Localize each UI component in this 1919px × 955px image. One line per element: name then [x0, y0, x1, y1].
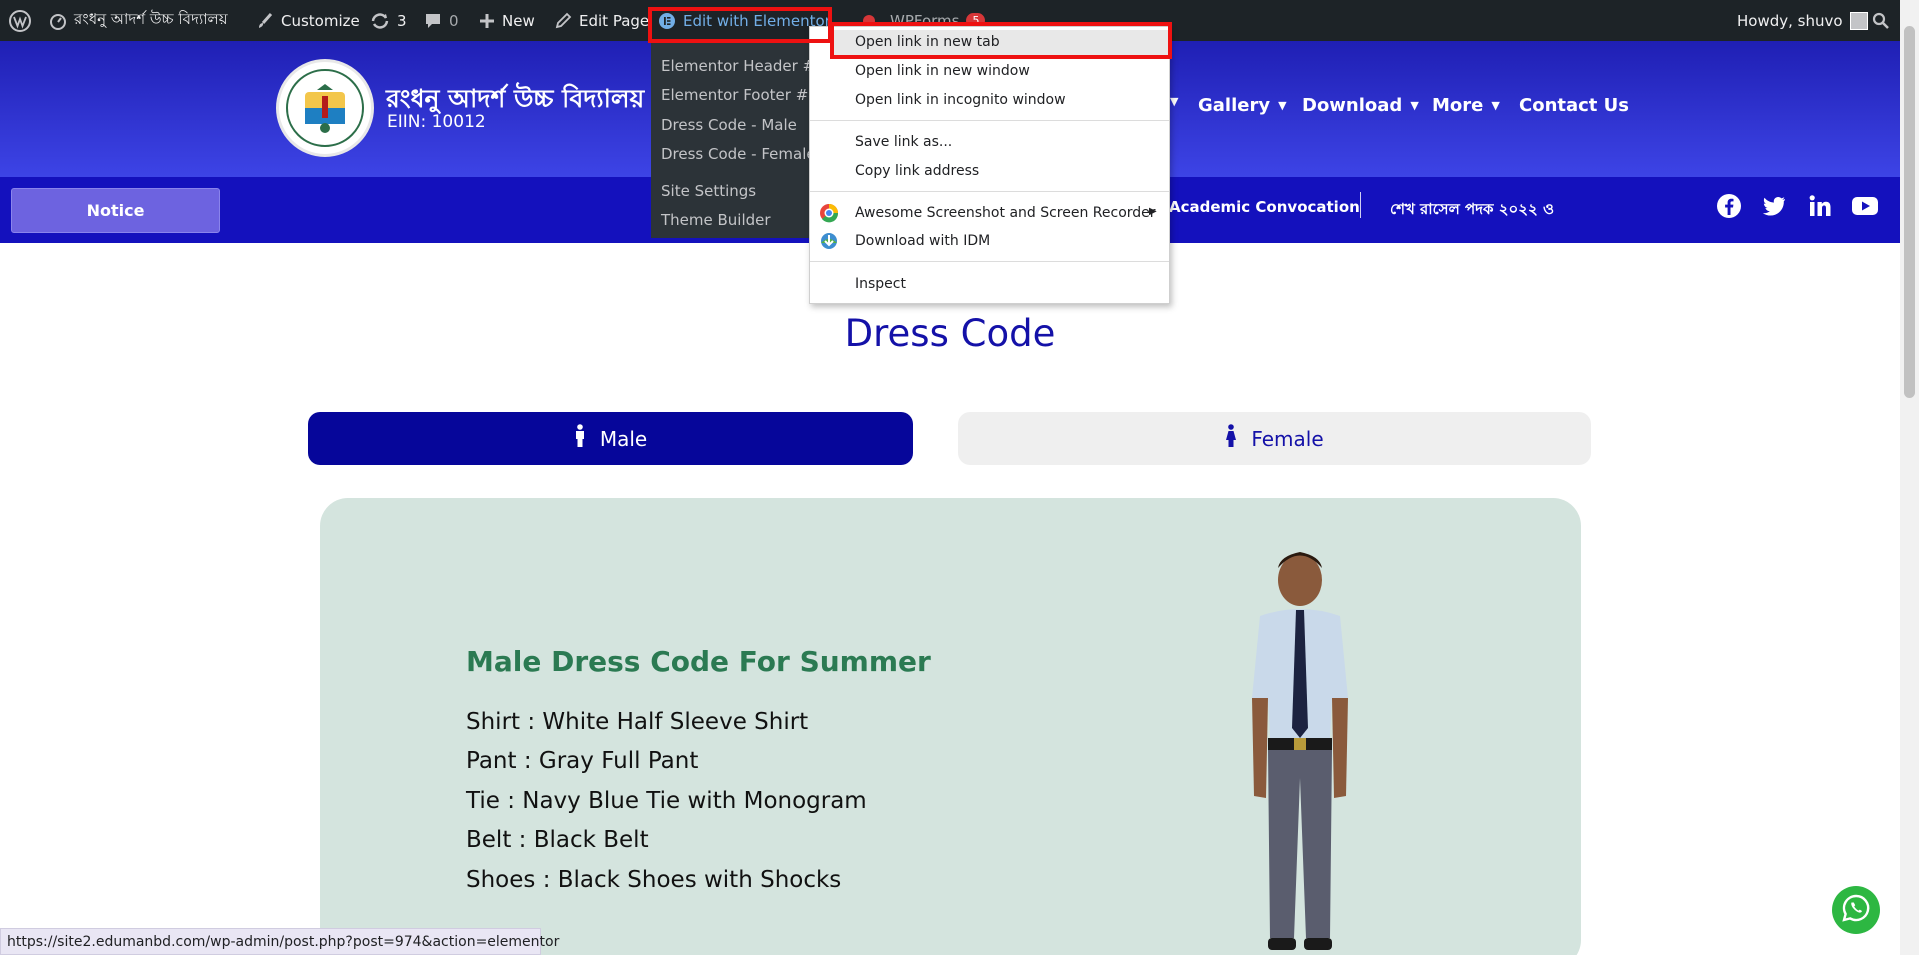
browser-status-bar: https://site2.edumanbd.com/wp-admin/post… [0, 928, 559, 955]
twitter-icon[interactable] [1761, 193, 1787, 219]
whatsapp-icon [1841, 893, 1871, 927]
whatsapp-chat-button[interactable] [1832, 886, 1880, 934]
chevron-down-icon: ▼ [1170, 95, 1179, 108]
howdy-label: Howdy, shuvo [1737, 11, 1843, 30]
menu-divider [810, 261, 1169, 262]
edit-page-link[interactable]: Edit Page [554, 0, 649, 41]
ticker-item-convocation[interactable]: Academic Convocation [1169, 198, 1360, 216]
dress-item: Belt : Black Belt [466, 827, 649, 853]
idm-icon [819, 231, 839, 255]
howdy-user-menu[interactable]: Howdy, shuvo [1737, 0, 1868, 41]
updates-link[interactable]: 3 [370, 0, 407, 41]
scrollbar-thumb[interactable] [1904, 26, 1915, 398]
menu-divider [810, 191, 1169, 192]
ticker-separator [1360, 192, 1361, 218]
submenu-arrow-icon: ▶ [1149, 206, 1157, 217]
nav-caret-hidden[interactable]: ▼ [1170, 95, 1178, 108]
new-label: New [502, 11, 535, 30]
menu-item-download-idm[interactable]: Download with IDM [855, 233, 990, 249]
highlight-box-elementor [648, 7, 832, 43]
female-person-icon [1225, 424, 1237, 453]
browser-context-menu: Open link in new tab Open link in new wi… [809, 26, 1170, 304]
menu-item-open-incognito[interactable]: Open link in incognito window [855, 92, 1066, 108]
new-content-link[interactable]: New [479, 0, 535, 41]
nav-gallery-label: Gallery [1198, 95, 1271, 116]
ticker-item-rasel[interactable]: শেখ রাসেল পদক ২০২২ ও [1390, 198, 1554, 223]
facebook-icon[interactable] [1716, 193, 1742, 219]
menu-item-copy-link-address[interactable]: Copy link address [855, 163, 979, 179]
dress-item: Pant : Gray Full Pant [466, 748, 699, 774]
page-scrollbar[interactable] [1900, 0, 1919, 955]
menu-item-awesome-screenshot[interactable]: Awesome Screenshot and Screen Recorder [855, 205, 1156, 221]
pencil-icon [554, 12, 572, 30]
menu-item-dress-code-male[interactable]: Dress Code - Male [661, 116, 797, 134]
tab-male-label: Male [599, 426, 648, 451]
chevron-down-icon: ▼ [1410, 99, 1419, 112]
youtube-icon[interactable] [1851, 193, 1878, 219]
menu-item-elementor-footer[interactable]: Elementor Footer #46 [661, 86, 827, 104]
edit-page-label: Edit Page [579, 11, 650, 30]
dress-item: Shoes : Black Shoes with Shocks [466, 867, 842, 893]
male-person-icon [574, 424, 586, 453]
menu-divider [810, 120, 1169, 121]
updates-count: 3 [397, 11, 407, 30]
chevron-down-icon: ▼ [1278, 99, 1287, 112]
awesome-screenshot-icon [819, 203, 839, 227]
menu-item-inspect[interactable]: Inspect [855, 276, 906, 292]
menu-item-site-settings[interactable]: Site Settings [661, 182, 756, 200]
menu-item-theme-builder[interactable]: Theme Builder [661, 211, 771, 229]
student-uniform-image [1220, 538, 1380, 955]
admin-site-name-text: রংধনু আদর্শ উচ্চ বিদ্যালয় [74, 10, 228, 28]
school-logo-emblem [286, 69, 364, 147]
avatar [1849, 11, 1868, 30]
nav-item-download[interactable]: Download ▼ [1302, 95, 1419, 116]
dress-item: Shirt : White Half Sleeve Shirt [466, 709, 809, 735]
dress-item: Tie : Navy Blue Tie with Monogram [466, 788, 867, 814]
page-title: Dress Code [844, 312, 1056, 355]
customize-link[interactable]: Customize [256, 0, 360, 41]
comments-count: 0 [449, 11, 459, 30]
tab-male[interactable]: Male [308, 412, 913, 465]
eiin-number: EIIN: 10012 [387, 112, 486, 132]
menu-item-save-link-as[interactable]: Save link as... [855, 134, 952, 150]
search-icon[interactable] [1872, 0, 1890, 41]
nav-contact-label: Contact Us [1519, 95, 1630, 116]
dress-code-card: Male Dress Code For Summer Shirt : White… [320, 498, 1581, 955]
elementor-dropdown-menu: Elementor Header #11 Elementor Footer #4… [651, 41, 834, 238]
nav-more-label: More [1432, 95, 1484, 116]
updates-icon [370, 12, 390, 30]
nav-item-gallery[interactable]: Gallery ▼ [1198, 95, 1287, 116]
dashboard-icon [49, 12, 67, 30]
chevron-down-icon: ▼ [1491, 99, 1500, 112]
nav-download-label: Download [1302, 95, 1403, 116]
notice-button[interactable]: Notice [11, 188, 220, 233]
comment-icon [424, 12, 442, 30]
menu-item-dress-code-female[interactable]: Dress Code - Female [661, 145, 816, 163]
customize-label: Customize [281, 11, 360, 30]
linkedin-icon[interactable] [1807, 193, 1833, 219]
paintbrush-icon [256, 12, 274, 30]
wordpress-logo-icon[interactable] [8, 0, 32, 41]
highlight-box-open-new-tab [830, 22, 1172, 59]
comments-link[interactable]: 0 [424, 0, 459, 41]
admin-site-name[interactable]: রংধনু আদর্শ উচ্চ বিদ্যালয় [49, 0, 228, 41]
nav-item-contact[interactable]: Contact Us [1519, 95, 1629, 116]
school-logo[interactable] [276, 59, 374, 157]
menu-item-open-new-window[interactable]: Open link in new window [855, 63, 1030, 79]
plus-icon [479, 13, 495, 29]
tab-female[interactable]: Female [958, 412, 1591, 465]
tab-female-label: Female [1251, 426, 1324, 451]
nav-item-more[interactable]: More ▼ [1432, 95, 1500, 116]
card-title: Male Dress Code For Summer [466, 645, 931, 678]
